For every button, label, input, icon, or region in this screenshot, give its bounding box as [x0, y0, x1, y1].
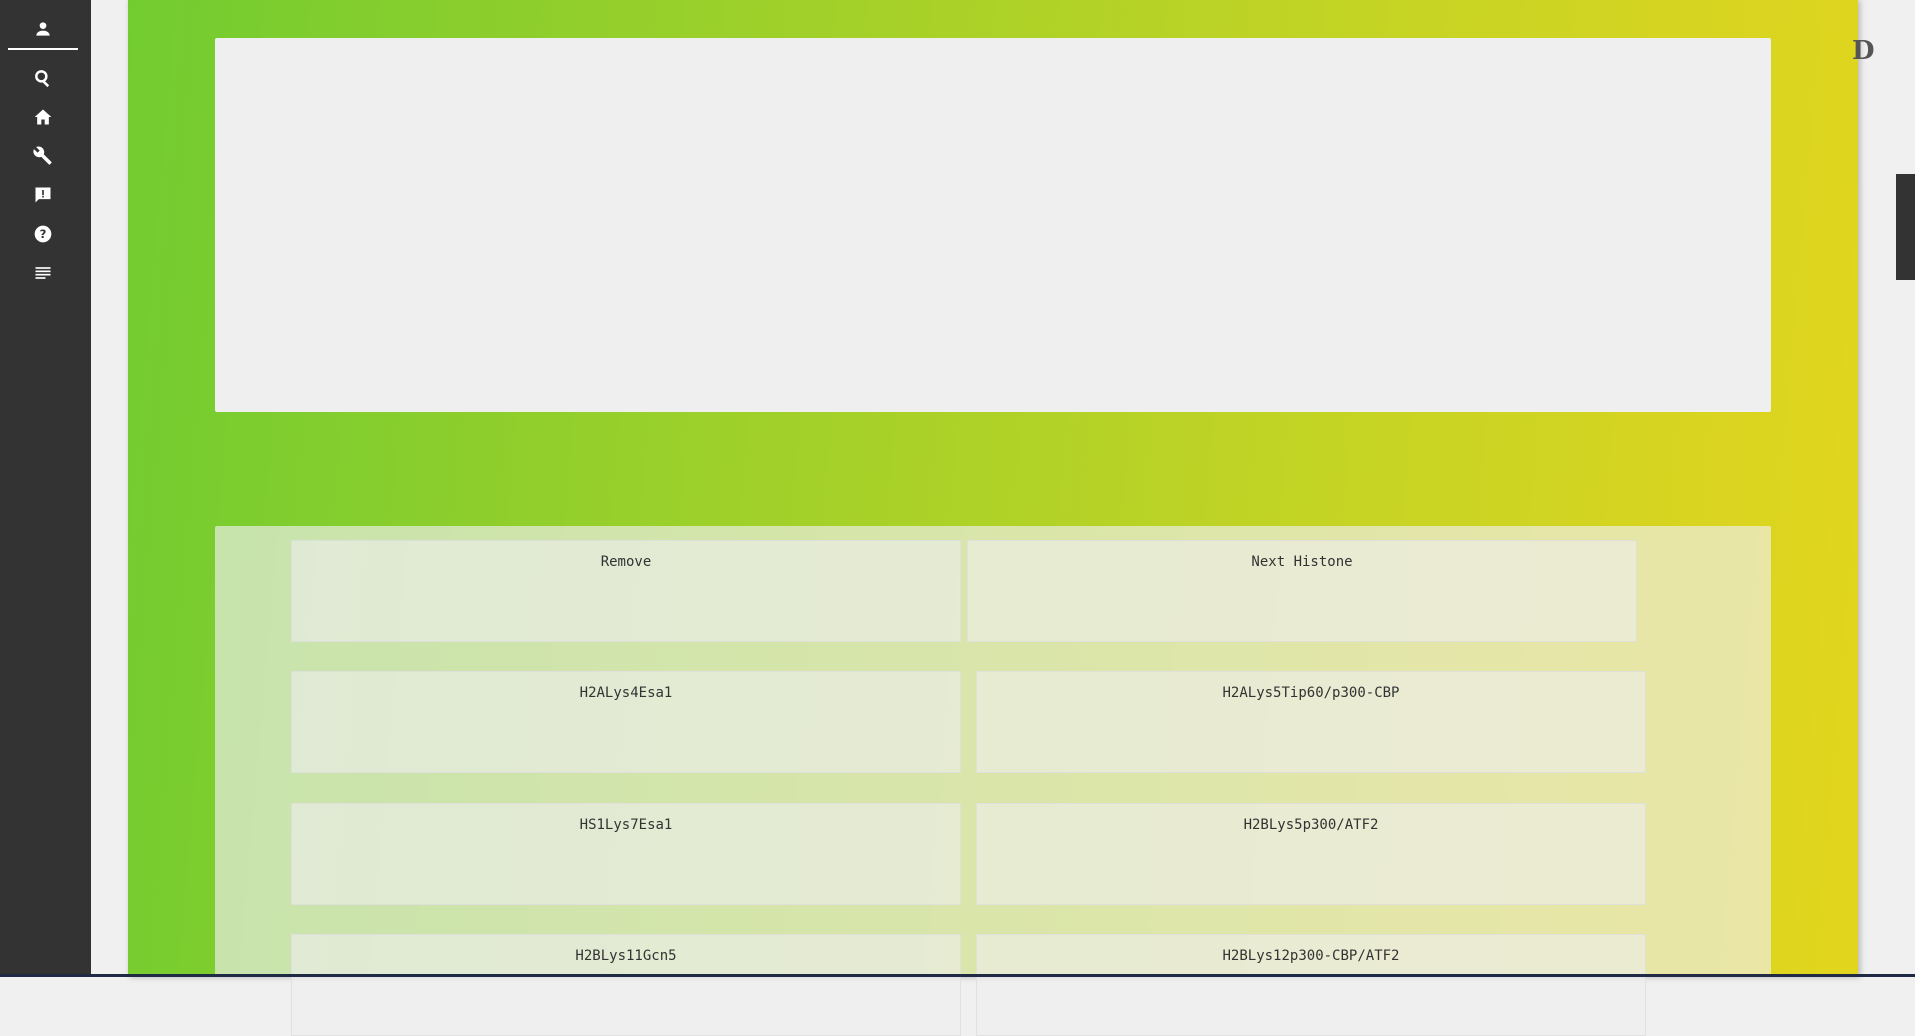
sidebar: ? — [0, 0, 91, 977]
display-area — [215, 38, 1771, 412]
enzyme-button[interactable]: H2ALys5Tip60/p300-CBP — [976, 671, 1646, 773]
enzyme-button[interactable]: H2BLys11Gcn5 — [291, 934, 961, 1036]
remove-button[interactable]: Remove — [291, 540, 961, 642]
main-panel: Remove Next Histone H2ALys4Esa1 H2ALys5T… — [128, 0, 1858, 1036]
wrench-icon[interactable] — [30, 143, 55, 168]
button-grid: Remove Next Histone H2ALys4Esa1 H2ALys5T… — [215, 526, 1771, 1036]
active-indicator — [8, 48, 78, 50]
scrollbar-thumb[interactable] — [1896, 174, 1915, 280]
help-icon[interactable]: ? — [30, 221, 55, 246]
person-icon[interactable] — [30, 16, 55, 41]
edge-glyph: D — [1852, 36, 1875, 66]
enzyme-button[interactable]: H2BLys5p300/ATF2 — [976, 803, 1646, 905]
search-icon[interactable] — [30, 65, 55, 90]
next-histone-button[interactable]: Next Histone — [967, 540, 1637, 642]
enzyme-button[interactable]: HS1Lys7Esa1 — [291, 803, 961, 905]
enzyme-button[interactable]: H2BLys12p300-CBP/ATF2 — [976, 934, 1646, 1036]
svg-text:?: ? — [39, 227, 46, 241]
enzyme-button[interactable]: H2ALys4Esa1 — [291, 671, 961, 773]
home-icon[interactable] — [30, 104, 55, 129]
notes-icon[interactable] — [30, 260, 55, 285]
feedback-icon[interactable] — [30, 182, 55, 207]
